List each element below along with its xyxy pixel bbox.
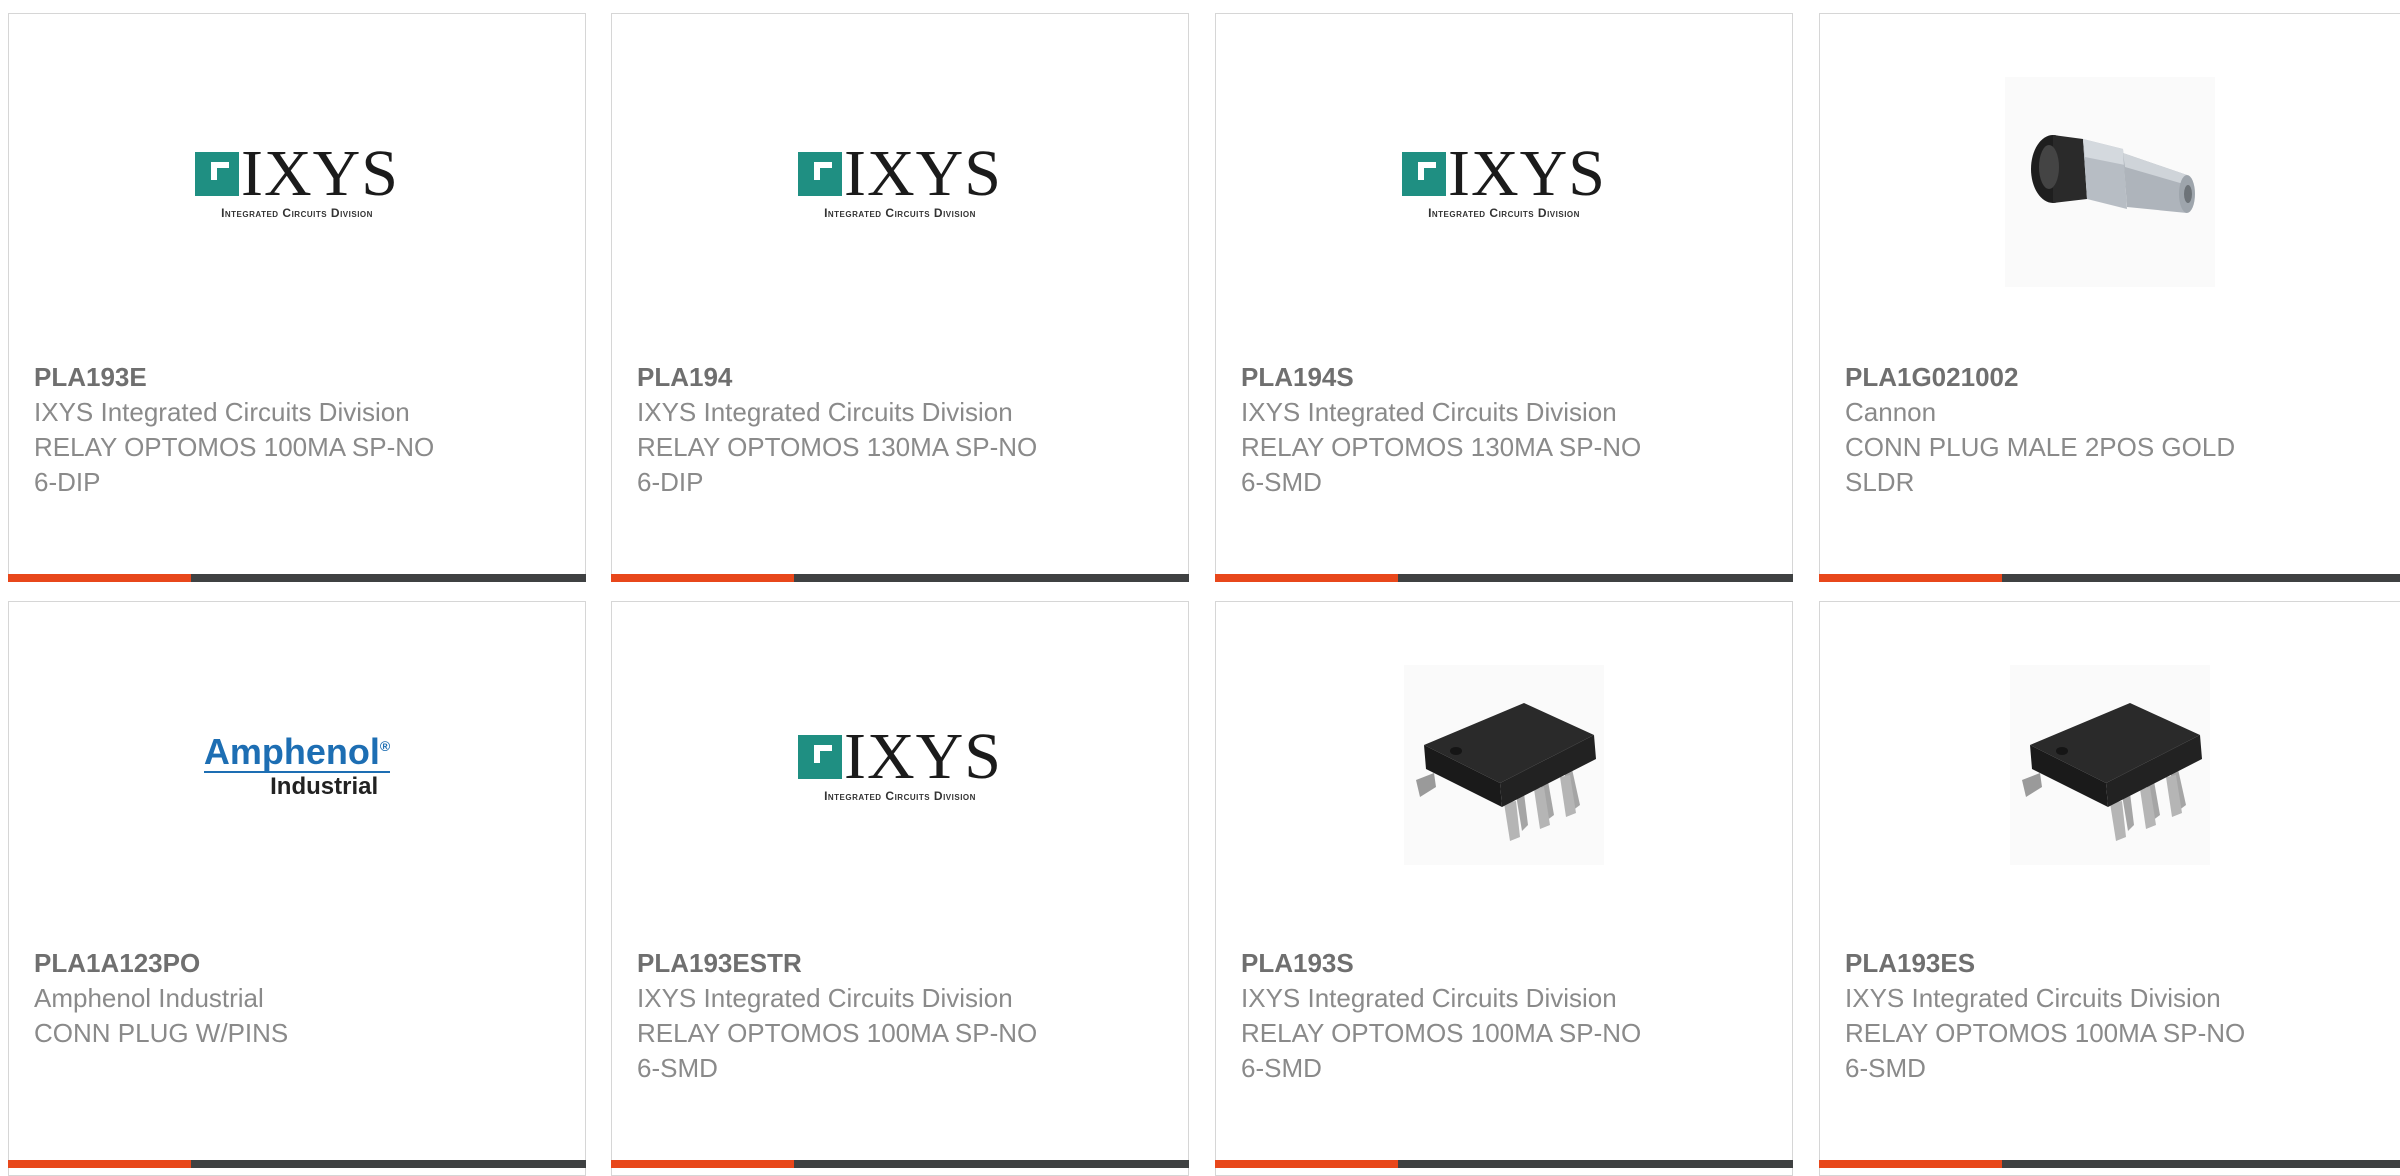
product-image[interactable]: IXYS Integrated Circuits Division	[612, 602, 1188, 927]
manufacturer: IXYS Integrated Circuits Division	[637, 397, 1013, 427]
connector-plug-photo	[2005, 76, 2215, 287]
part-number[interactable]: PLA193ES	[1845, 945, 2265, 981]
manufacturer: IXYS Integrated Circuits Division	[637, 983, 1013, 1013]
manufacturer: IXYS Integrated Circuits Division	[1845, 983, 2221, 1013]
product-card[interactable]: Amphenol® Industrial PLA1A123PO Amphenol…	[8, 601, 586, 1176]
product-card[interactable]: PLA193ES IXYS Integrated Circuits Divisi…	[1819, 601, 2400, 1176]
product-meta: PLA193ESTR IXYS Integrated Circuits Divi…	[637, 945, 1057, 1086]
product-card[interactable]: IXYS Integrated Circuits Division PLA193…	[611, 601, 1189, 1176]
product-card[interactable]: IXYS Integrated Circuits Division PLA194…	[1215, 13, 1793, 582]
description: RELAY OPTOMOS 100MA SP-NO 6-SMD	[637, 1018, 1038, 1083]
card-footer-bar	[1215, 574, 1793, 582]
part-number[interactable]: PLA194S	[1241, 359, 1661, 395]
product-image[interactable]: IXYS Integrated Circuits Division	[1216, 14, 1792, 349]
description: RELAY OPTOMOS 100MA SP-NO 6-SMD	[1845, 1018, 2246, 1083]
ixys-logo: IXYS Integrated Circuits Division	[797, 140, 1002, 220]
product-image[interactable]	[1820, 14, 2400, 349]
description: RELAY OPTOMOS 100MA SP-NO 6-SMD	[1241, 1018, 1642, 1083]
product-meta: PLA194S IXYS Integrated Circuits Divisio…	[1241, 359, 1661, 500]
product-meta: PLA1A123PO Amphenol Industrial CONN PLUG…	[34, 945, 454, 1051]
ixys-mark-icon	[1401, 151, 1446, 196]
product-image[interactable]	[1216, 602, 1792, 927]
part-number[interactable]: PLA1G021002	[1845, 359, 2265, 395]
manufacturer: Amphenol Industrial	[34, 983, 264, 1013]
product-meta: PLA193E IXYS Integrated Circuits Divisio…	[34, 359, 454, 500]
manufacturer: IXYS Integrated Circuits Division	[1241, 983, 1617, 1013]
part-number[interactable]: PLA193S	[1241, 945, 1661, 981]
ixys-mark-icon	[797, 734, 842, 779]
product-meta: PLA193ES IXYS Integrated Circuits Divisi…	[1845, 945, 2265, 1086]
product-image[interactable]: Amphenol® Industrial	[9, 602, 585, 927]
manufacturer: Cannon	[1845, 397, 1937, 427]
description: RELAY OPTOMOS 130MA SP-NO 6-DIP	[637, 432, 1038, 497]
product-card[interactable]: PLA1G021002 Cannon CONN PLUG MALE 2POS G…	[1819, 13, 2400, 582]
product-meta: PLA194 IXYS Integrated Circuits Division…	[637, 359, 1057, 500]
ixys-logo: IXYS Integrated Circuits Division	[1401, 140, 1606, 220]
product-card[interactable]: PLA193S IXYS Integrated Circuits Divisio…	[1215, 601, 1793, 1176]
amphenol-logo: Amphenol® Industrial	[203, 728, 391, 801]
smd-chip-photo	[1404, 664, 1604, 865]
part-number[interactable]: PLA193E	[34, 359, 454, 395]
description: RELAY OPTOMOS 100MA SP-NO 6-DIP	[34, 432, 435, 497]
card-footer-bar	[611, 574, 1189, 582]
manufacturer: IXYS Integrated Circuits Division	[1241, 397, 1617, 427]
description: RELAY OPTOMOS 130MA SP-NO 6-SMD	[1241, 432, 1642, 497]
ixys-mark-icon	[194, 151, 239, 196]
product-card[interactable]: IXYS Integrated Circuits Division PLA193…	[8, 13, 586, 582]
product-card[interactable]: IXYS Integrated Circuits Division PLA194…	[611, 13, 1189, 582]
card-footer-bar	[8, 574, 586, 582]
ixys-logo: IXYS Integrated Circuits Division	[797, 723, 1002, 803]
product-grid: IXYS Integrated Circuits Division PLA193…	[0, 0, 2400, 1176]
product-image[interactable]: IXYS Integrated Circuits Division	[612, 14, 1188, 349]
ixys-mark-icon	[797, 151, 842, 196]
product-meta: PLA193S IXYS Integrated Circuits Divisio…	[1241, 945, 1661, 1086]
ixys-logo: IXYS Integrated Circuits Division	[194, 140, 399, 220]
card-footer-bar	[1819, 574, 2400, 582]
smd-chip-photo	[2010, 664, 2210, 865]
manufacturer: IXYS Integrated Circuits Division	[34, 397, 410, 427]
product-image[interactable]: IXYS Integrated Circuits Division	[9, 14, 585, 349]
part-number[interactable]: PLA193ESTR	[637, 945, 1057, 981]
description: CONN PLUG MALE 2POS GOLD SLDR	[1845, 432, 2236, 497]
part-number[interactable]: PLA194	[637, 359, 1057, 395]
description: CONN PLUG W/PINS	[34, 1018, 289, 1048]
product-image[interactable]	[1820, 602, 2400, 927]
product-meta: PLA1G021002 Cannon CONN PLUG MALE 2POS G…	[1845, 359, 2265, 500]
part-number[interactable]: PLA1A123PO	[34, 945, 454, 981]
